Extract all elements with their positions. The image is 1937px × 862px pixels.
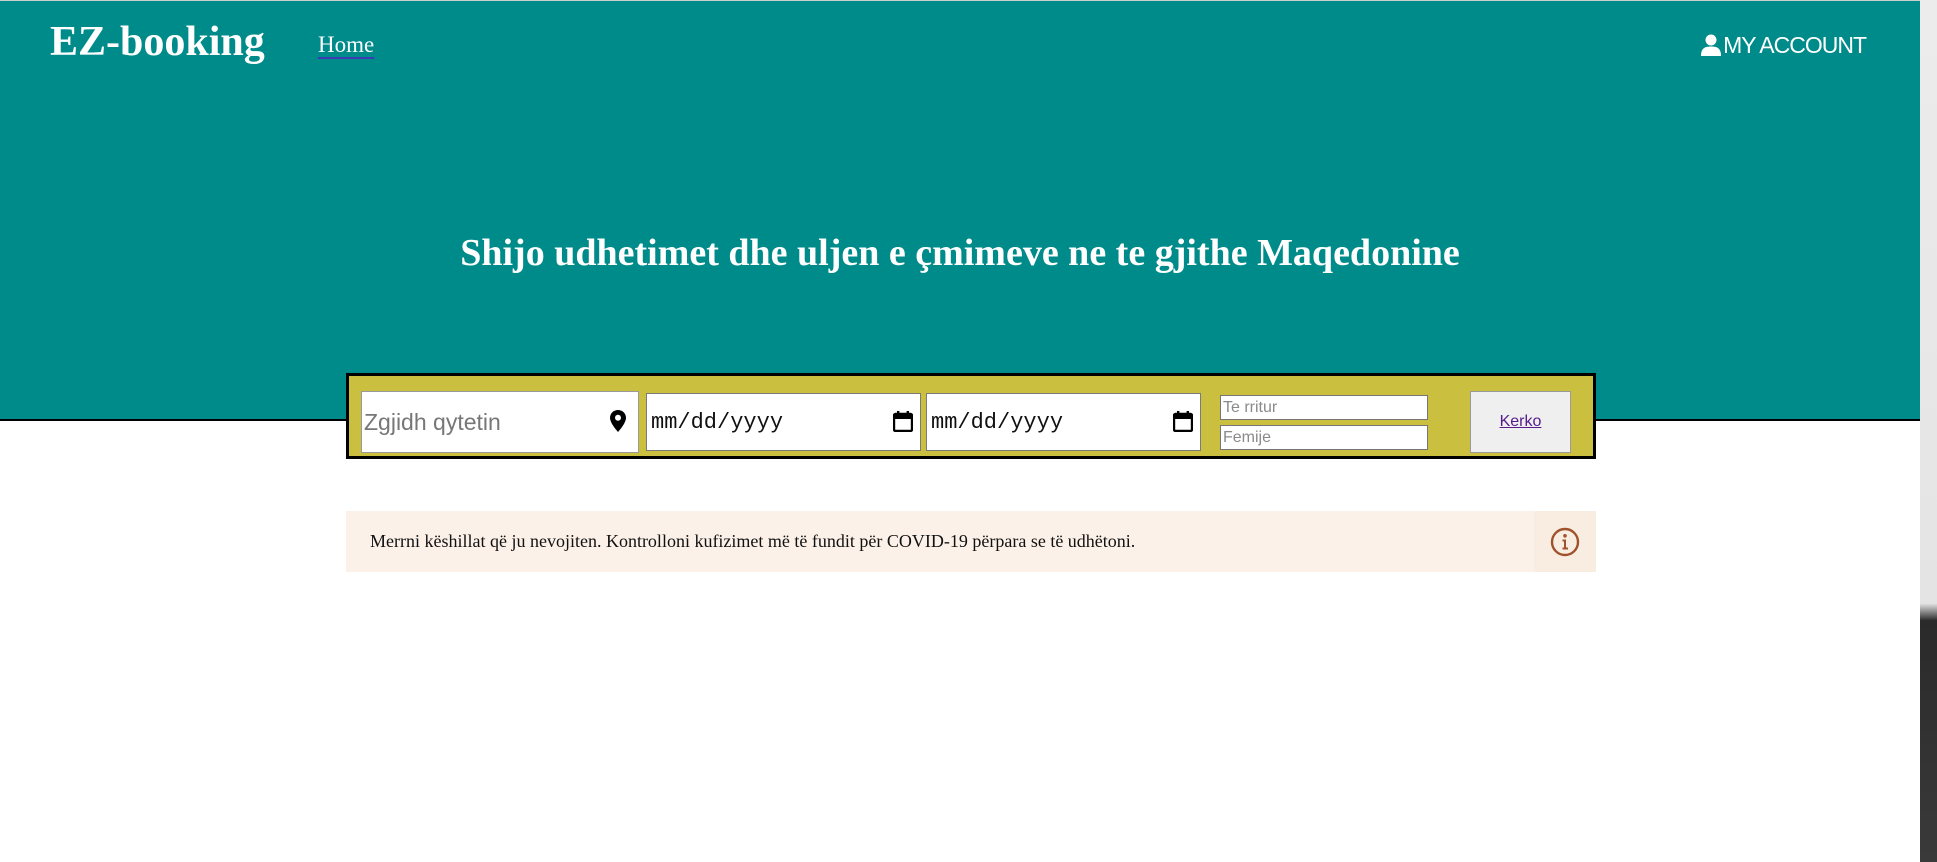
- search-button-label: Kerko: [1499, 413, 1542, 430]
- adults-input[interactable]: [1221, 396, 1427, 419]
- page: EZ-booking Home MY ACCOUNT Shijo udhetim…: [0, 0, 1937, 862]
- kids-input[interactable]: [1221, 426, 1427, 449]
- checkin-date-value: mm/dd/yyyy: [651, 409, 784, 435]
- info-icon[interactable]: [1550, 527, 1580, 557]
- calendar-icon[interactable]: [1173, 411, 1193, 432]
- brand-logo[interactable]: EZ-booking: [50, 17, 265, 67]
- my-account-label: MY ACCOUNT: [1723, 32, 1867, 58]
- calendar-icon[interactable]: [893, 411, 913, 432]
- nav-home-link[interactable]: Home: [318, 30, 374, 60]
- covid-notice-text: Merrni këshillat që ju nevojiten. Kontro…: [370, 531, 1136, 551]
- covid-notice-banner: Merrni këshillat që ju nevojiten. Kontro…: [346, 511, 1596, 572]
- city-input[interactable]: [362, 392, 604, 452]
- city-field[interactable]: [361, 391, 639, 453]
- search-button[interactable]: Kerko: [1470, 391, 1571, 453]
- hero-title: Shijo udhetimet dhe uljen e çmimeve ne t…: [460, 232, 1460, 274]
- checkin-date-input[interactable]: mm/dd/yyyy: [646, 393, 921, 451]
- checkout-date-input[interactable]: mm/dd/yyyy: [926, 393, 1201, 451]
- checkout-date-value: mm/dd/yyyy: [931, 409, 1064, 435]
- info-icon-container: [1534, 511, 1596, 572]
- map-pin-icon: [610, 410, 626, 432]
- user-icon: [1701, 34, 1722, 56]
- adults-field[interactable]: [1220, 395, 1428, 420]
- kids-field[interactable]: [1220, 425, 1428, 450]
- hero-header: EZ-booking Home MY ACCOUNT Shijo udhetim…: [0, 0, 1920, 421]
- search-bar: mm/dd/yyyy mm/dd/yyyy Kerko: [346, 373, 1596, 459]
- my-account-link[interactable]: MY ACCOUNT: [1701, 30, 1867, 60]
- window-edge: [1920, 0, 1937, 862]
